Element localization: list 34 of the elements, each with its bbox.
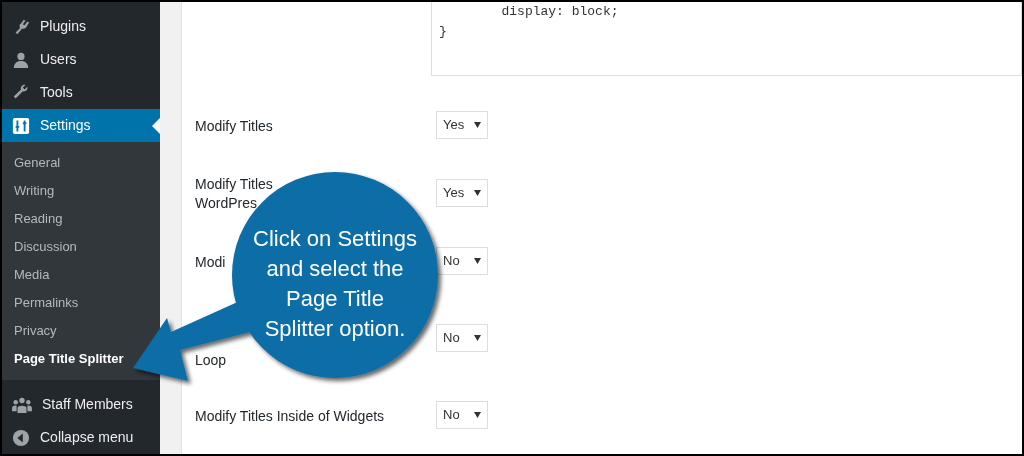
- code-box[interactable]: display: block; }: [431, 2, 1022, 76]
- setting-label: Modify Titles: [195, 175, 273, 193]
- caret-icon: [474, 335, 481, 341]
- submenu-item[interactable]: Page Title Splitter: [14, 345, 124, 373]
- setting-label: WordPres: [195, 194, 257, 212]
- submenu-item[interactable]: Privacy: [14, 317, 57, 345]
- select-dropdown[interactable]: No: [436, 324, 488, 352]
- collapse-icon: [12, 428, 30, 447]
- select-dropdown[interactable]: Yes: [436, 111, 488, 139]
- group-icon: [12, 395, 32, 414]
- setting-label: Modify Titles Inside of Widgets: [195, 406, 385, 425]
- callout-text: Click on Settings and select the Page Title Splitter option.: [252, 225, 418, 343]
- submenu-item[interactable]: Media: [14, 261, 50, 289]
- select-dropdown[interactable]: Yes: [436, 179, 488, 207]
- caret-icon: [474, 258, 481, 264]
- select-dropdown[interactable]: No: [436, 401, 488, 429]
- caret-icon: [474, 122, 481, 128]
- submenu-item[interactable]: Permalinks: [14, 289, 79, 317]
- menu-item[interactable]: Collapse menu: [40, 427, 134, 448]
- menu-item[interactable]: Staff Members: [42, 394, 133, 415]
- submenu-item[interactable]: Discussion: [14, 233, 77, 261]
- caret-icon: [474, 412, 481, 418]
- submenu-item[interactable]: Writing: [14, 177, 55, 205]
- user-icon: [12, 50, 30, 69]
- setting-label: Modify Titles: [195, 116, 273, 135]
- setting-label: Loop: [195, 350, 227, 369]
- menu-item[interactable]: Tools: [40, 82, 73, 103]
- caret-icon: [474, 190, 481, 196]
- sliders-icon: [12, 116, 30, 135]
- setting-label: Modi: [195, 252, 226, 271]
- submenu-item[interactable]: General: [14, 149, 61, 177]
- submenu-item[interactable]: Reading: [14, 205, 63, 233]
- menu-item[interactable]: Plugins: [40, 16, 86, 37]
- menu-item[interactable]: Users: [40, 49, 77, 70]
